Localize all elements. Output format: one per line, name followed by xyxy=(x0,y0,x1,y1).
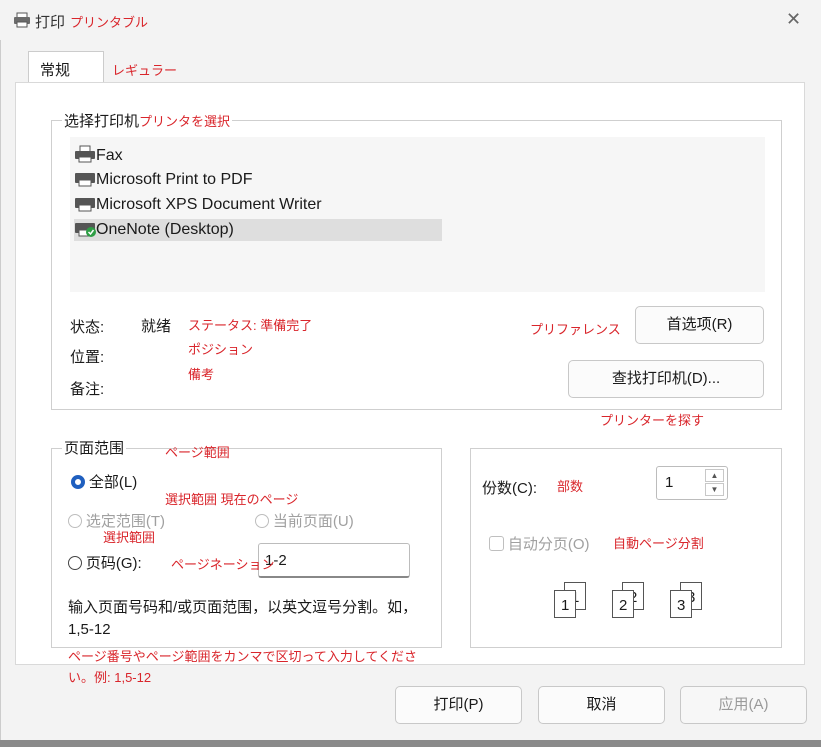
pages-input[interactable]: 1-2 xyxy=(258,543,410,578)
printer-item-xps-writer[interactable]: Microsoft XPS Document Writer xyxy=(74,194,322,216)
printer-name: Microsoft Print to PDF xyxy=(96,171,253,188)
radio-current-page[interactable]: 当前页面(U) xyxy=(255,510,354,531)
page-range-legend: 页面范围 xyxy=(62,437,127,458)
printer-icon xyxy=(75,173,95,187)
preferences-button[interactable]: 首选项(R) xyxy=(635,306,764,344)
collate-label: 自动分页(O) xyxy=(507,536,590,553)
preferences-annotation: プリファレンス xyxy=(530,322,621,337)
radio-all-indicator[interactable] xyxy=(71,474,85,489)
collate-checkbox[interactable]: 自动分页(O) xyxy=(489,533,590,554)
window-title-annotation: プリンタブル xyxy=(70,15,149,30)
cancel-button[interactable]: 取消 xyxy=(538,686,665,724)
find-printer-annotation: プリンターを探す xyxy=(600,413,705,428)
location-annotation: ポジション xyxy=(188,342,254,357)
window-title: 打印 xyxy=(35,14,66,31)
page-range-hint-annotation: ページ番号やページ範囲をカンマで区切って入力してください。例: 1,5-12 xyxy=(68,649,418,685)
printer-name: Microsoft XPS Document Writer xyxy=(96,196,322,213)
radio-current-page-indicator[interactable] xyxy=(255,513,269,528)
comment-annotation: 備考 xyxy=(188,367,215,382)
radio-pages[interactable]: 页码(G): xyxy=(68,552,142,573)
spin-up-icon[interactable]: ▲ xyxy=(705,469,724,482)
print-button[interactable]: 打印(P) xyxy=(395,686,522,724)
printer-list[interactable]: Fax Microsoft Print to PDF Microsoft XPS… xyxy=(70,137,765,292)
page-range-legend-text: 页面范围 xyxy=(64,440,125,457)
copies-annotation: 部数 xyxy=(557,479,584,494)
page-range-legend-annotation: ページ範囲 xyxy=(165,445,230,460)
collate-preview-icon: 1 1 2 2 3 3 xyxy=(552,578,702,618)
printer-item-onenote[interactable]: OneNote (Desktop) xyxy=(74,219,442,241)
printer-item-fax[interactable]: Fax xyxy=(74,145,123,167)
title-bar: 打印 プリンタブル ✕ xyxy=(0,0,821,40)
comment-label: 备注: xyxy=(70,381,105,398)
collate-checkbox-indicator[interactable] xyxy=(489,536,504,551)
selection-annotation: 選択範囲 現在のページ xyxy=(165,492,299,507)
collate-annotation: 自動ページ分割 xyxy=(613,536,704,551)
copies-spinner[interactable]: 1 ▲ ▼ xyxy=(656,466,728,500)
printer-name: OneNote (Desktop) xyxy=(96,221,234,238)
radio-all-label: 全部(L) xyxy=(88,474,138,491)
printer-app-icon xyxy=(14,12,30,28)
select-printer-legend: 选择打印机プリンタを選択 xyxy=(62,110,233,131)
find-printer-button[interactable]: 查找打印机(D)... xyxy=(568,360,764,398)
spin-down-icon[interactable]: ▼ xyxy=(705,483,724,496)
fax-printer-icon xyxy=(75,145,95,163)
copies-label: 份数(C): xyxy=(482,480,537,497)
selection-annotation-2: 選択範囲 xyxy=(103,530,156,545)
taskbar-strip xyxy=(0,740,821,747)
status-annotation: ステータス: 準備完了 xyxy=(188,318,313,333)
printer-icon xyxy=(75,198,95,212)
close-icon[interactable]: ✕ xyxy=(786,9,801,30)
radio-pages-indicator[interactable] xyxy=(68,555,82,570)
select-printer-legend-annotation: プリンタを選択 xyxy=(139,114,231,129)
location-label: 位置: xyxy=(70,349,105,366)
radio-pages-label: 页码(G): xyxy=(85,555,142,572)
select-printer-legend-text: 选择打印机 xyxy=(64,113,140,130)
radio-all[interactable]: 全部(L) xyxy=(71,471,137,492)
status-label: 状态: xyxy=(70,319,105,336)
copies-value: 1 xyxy=(665,474,674,491)
pages-annotation: ページネーション xyxy=(171,557,275,572)
apply-button[interactable]: 应用(A) xyxy=(680,686,807,724)
printer-name: Fax xyxy=(96,147,123,164)
radio-current-page-label: 当前页面(U) xyxy=(272,513,354,530)
status-value: 就绪 xyxy=(141,318,172,335)
collate-page-number: 2 xyxy=(619,597,628,614)
page-range-hint: 输入页面号码和/或页面范围，以英文逗号分割。如，1,5-12 xyxy=(68,599,418,638)
default-printer-icon xyxy=(75,223,96,237)
collate-page-number: 1 xyxy=(561,597,570,614)
collate-page-number: 3 xyxy=(677,597,686,614)
tab-general[interactable]: 常规 xyxy=(28,51,104,83)
tab-general-label: 常规 xyxy=(40,62,71,79)
printer-item-print-to-pdf[interactable]: Microsoft Print to PDF xyxy=(74,169,252,191)
radio-selection-indicator[interactable] xyxy=(68,513,82,528)
tab-general-annotation: レギュラー xyxy=(112,63,178,78)
